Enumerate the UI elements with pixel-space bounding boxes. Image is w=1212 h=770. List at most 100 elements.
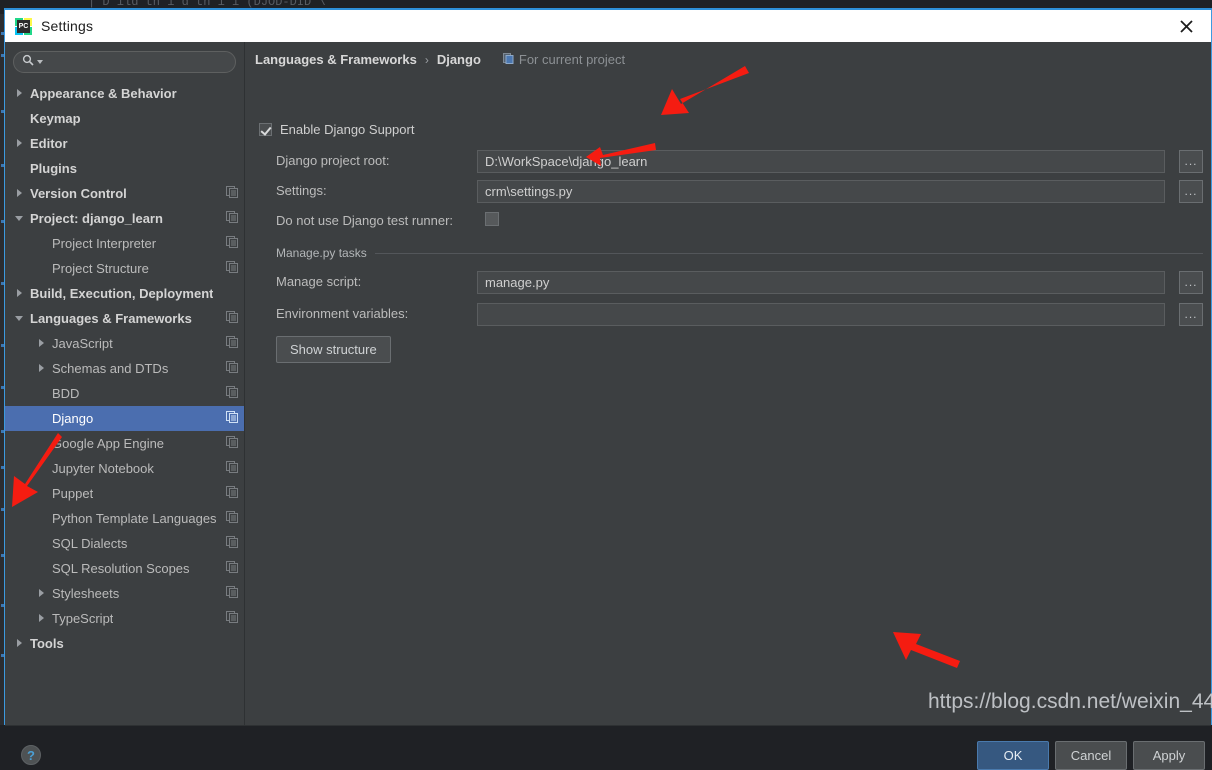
django-settings-browse-button[interactable]: ... [1179,180,1203,203]
watermark: https://blog.csdn.net/weixin_44510615 [928,690,1212,713]
module-icon [502,52,514,67]
sidebar-item-label: Jupyter Notebook [52,461,154,476]
sidebar-item-keymap[interactable]: Keymap [5,106,244,131]
chevron-right-icon[interactable] [15,88,26,99]
sidebar-item-version-control[interactable]: Version Control [5,181,244,206]
module-icon [226,186,238,201]
sidebar-item-jupyter-notebook[interactable]: Jupyter Notebook [5,456,244,481]
sidebar-item-label: Python Template Languages [52,511,217,526]
module-icon [226,436,238,451]
sidebar-item-label: Django [52,411,94,426]
manage-script-browse-button[interactable]: ... [1179,271,1203,294]
breadcrumb-separator: › [424,52,429,67]
django-settings-label: Settings: [276,183,327,198]
module-icon [226,236,238,251]
sidebar-item-project-django-learn[interactable]: Project: django_learn [5,206,244,231]
sidebar-item-label: Keymap [30,111,81,126]
django-test-runner-checkbox[interactable] [485,212,499,226]
manage-script-input[interactable]: manage.py [477,271,1165,294]
chevron-right-icon[interactable] [37,613,48,624]
module-icon [226,561,238,576]
dialog-footer: ? OK Cancel Apply [5,725,1211,770]
django-project-root-input[interactable]: D:\WorkSpace\django_learn [477,150,1165,173]
enable-django-support-row[interactable]: Enable Django Support [259,122,414,137]
settings-dialog: PC Settings Appearance & Behavior Keymap… [4,8,1212,770]
sidebar-item-label: JavaScript [52,336,113,351]
sidebar-item-django[interactable]: Django [5,406,244,431]
show-structure-button[interactable]: Show structure [276,336,391,363]
help-icon[interactable]: ? [21,745,41,765]
chevron-right-icon[interactable] [15,638,26,649]
module-icon [226,536,238,551]
sidebar-item-label: SQL Resolution Scopes [52,561,190,576]
breadcrumb-parent[interactable]: Languages & Frameworks [255,52,417,67]
django-test-runner-row: Do not use Django test runner: [245,210,1211,234]
footer-button-group: OK Cancel Apply [977,741,1205,770]
sidebar-item-schemas-and-dtds[interactable]: Schemas and DTDs [5,356,244,381]
sidebar-item-stylesheets[interactable]: Stylesheets [5,581,244,606]
sidebar-item-sql-resolution-scopes[interactable]: SQL Resolution Scopes [5,556,244,581]
apply-button[interactable]: Apply [1133,741,1205,770]
django-project-root-browse-button[interactable]: ... [1179,150,1203,173]
chevron-right-icon[interactable] [15,138,26,149]
cancel-button[interactable]: Cancel [1055,741,1127,770]
django-project-root-label: Django project root: [276,153,390,168]
section-divider [374,252,1203,254]
manage-py-tasks-section: Manage.py tasks [276,246,1203,260]
sidebar-item-languages-frameworks[interactable]: Languages & Frameworks [5,306,244,331]
search-input[interactable] [43,55,227,69]
sidebar-item-typescript[interactable]: TypeScript [5,606,244,631]
sidebar-item-javascript[interactable]: JavaScript [5,331,244,356]
dialog-body: Appearance & Behavior Keymap Editor Plugins… [5,42,1211,725]
pycharm-logo-label: PC [17,19,30,33]
chevron-right-icon[interactable] [15,288,26,299]
sidebar-item-project-interpreter[interactable]: Project Interpreter [5,231,244,256]
sidebar-item-plugins[interactable]: Plugins [5,156,244,181]
chevron-right-icon[interactable] [37,588,48,599]
module-icon [226,336,238,351]
chevron-right-icon[interactable] [37,363,48,374]
sidebar-item-bdd[interactable]: BDD [5,381,244,406]
module-icon [226,311,238,326]
sidebar-item-build-execution-deployment[interactable]: Build, Execution, Deployment [5,281,244,306]
sidebar-item-label: Appearance & Behavior [30,86,177,101]
settings-tree: Appearance & Behavior Keymap Editor Plugins… [5,81,244,656]
settings-sidebar: Appearance & Behavior Keymap Editor Plugins… [5,42,245,725]
chevron-right-icon[interactable] [15,188,26,199]
module-icon [226,511,238,526]
sidebar-item-label: TypeScript [52,611,114,626]
close-icon[interactable] [1169,10,1203,42]
sidebar-item-google-app-engine[interactable]: Google App Engine [5,431,244,456]
chevron-down-icon[interactable] [15,213,26,224]
sidebar-item-project-structure[interactable]: Project Structure [5,256,244,281]
enable-django-support-checkbox[interactable] [259,123,272,136]
sidebar-item-editor[interactable]: Editor [5,131,244,156]
sidebar-item-puppet[interactable]: Puppet [5,481,244,506]
sidebar-item-label: Google App Engine [52,436,165,451]
sidebar-item-label: Project Structure [52,261,149,276]
module-icon [226,611,238,626]
sidebar-item-appearance-behavior[interactable]: Appearance & Behavior [5,81,244,106]
django-project-root-row: Django project root: D:\WorkSpace\django… [245,150,1211,174]
sidebar-item-python-template-languages[interactable]: Python Template Languages [5,506,244,531]
sidebar-item-tools[interactable]: Tools [5,631,244,656]
pycharm-logo-icon: PC [15,17,32,35]
chevron-right-icon[interactable] [37,338,48,349]
environment-variables-browse-button[interactable]: ... [1179,303,1203,326]
search-box[interactable] [13,51,236,73]
sidebar-item-label: Version Control [30,186,127,201]
sidebar-item-label: Project: django_learn [30,211,163,226]
sidebar-item-label: BDD [52,386,80,401]
environment-variables-input[interactable] [477,303,1165,326]
chevron-down-icon[interactable] [15,313,26,324]
django-settings-input[interactable]: crm\settings.py [477,180,1165,203]
ok-button[interactable]: OK [977,741,1049,770]
sidebar-search-wrap [5,42,244,73]
sidebar-item-sql-dialects[interactable]: SQL Dialects [5,531,244,556]
sidebar-item-label: Tools [30,636,64,651]
module-icon [226,461,238,476]
